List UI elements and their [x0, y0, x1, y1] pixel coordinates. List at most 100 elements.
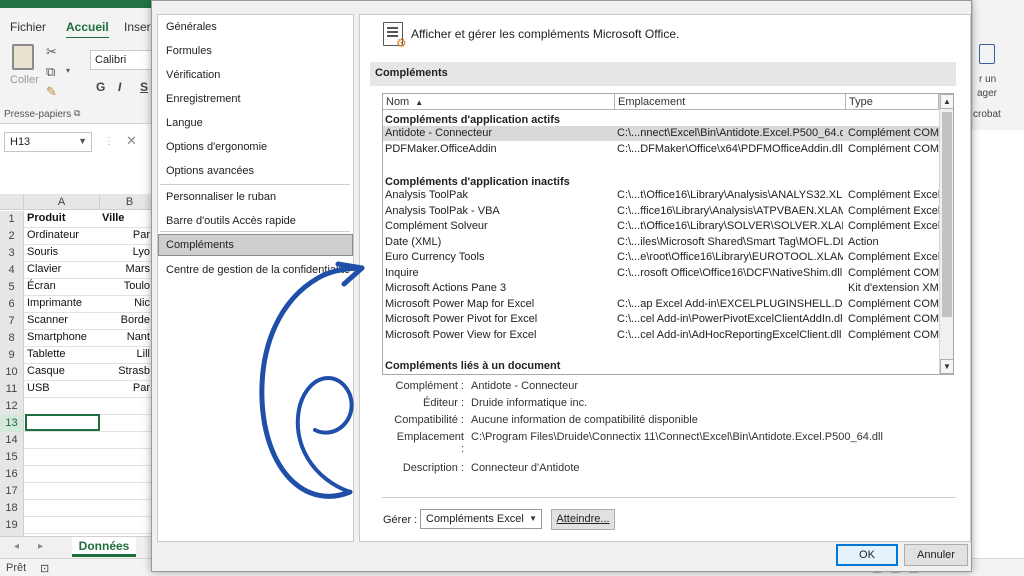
- nav-verification[interactable]: Vérification: [166, 69, 220, 81]
- cell-b[interactable]: Lill: [102, 348, 150, 360]
- chevron-down-icon[interactable]: ▾: [66, 66, 70, 75]
- row-number[interactable]: 12: [0, 398, 24, 415]
- column-header-type[interactable]: Type: [846, 94, 939, 110]
- cell-b[interactable]: Borde: [102, 314, 150, 326]
- addins-list[interactable]: Nom ▲ Emplacement Type Compléments d'app…: [382, 93, 954, 375]
- go-button[interactable]: Atteindre...: [551, 509, 615, 530]
- addin-row[interactable]: Date (XML) C:\...iles\Microsoft Shared\Sm…: [383, 235, 941, 250]
- cell-a[interactable]: Ordinateur: [27, 229, 79, 241]
- scroll-thumb[interactable]: [942, 112, 952, 317]
- addin-row[interactable]: Microsoft Power Pivot for Excel C:\...cel…: [383, 312, 941, 327]
- list-scrollbar[interactable]: ▲ ▼: [939, 94, 953, 374]
- row-number[interactable]: 13: [0, 415, 24, 432]
- scroll-up-icon[interactable]: ▲: [943, 97, 951, 106]
- row-number[interactable]: 3: [0, 245, 24, 262]
- row-number[interactable]: 19: [0, 517, 24, 534]
- row-number[interactable]: 14: [0, 432, 24, 449]
- name-box[interactable]: H13 ▼: [4, 132, 92, 152]
- nav-enregistrement[interactable]: Enregistrement: [166, 93, 241, 105]
- row-number[interactable]: 4: [0, 262, 24, 279]
- addin-row[interactable]: Euro Currency Tools C:\...e\root\Office16…: [383, 250, 941, 265]
- row-number[interactable]: 18: [0, 500, 24, 517]
- nav-options-avancees[interactable]: Options avancées: [166, 165, 254, 177]
- cut-icon[interactable]: ✂: [46, 44, 57, 60]
- nav-generales[interactable]: Générales: [166, 21, 217, 33]
- nav-centre-confidentialite[interactable]: Centre de gestion de la confidentialité: [166, 264, 350, 276]
- cell-a[interactable]: Produit: [27, 212, 66, 224]
- row-number[interactable]: 9: [0, 347, 24, 364]
- nav-ergonomie[interactable]: Options d'ergonomie: [166, 141, 267, 153]
- row-number[interactable]: 8: [0, 330, 24, 347]
- cell-b[interactable]: Ville: [102, 212, 150, 224]
- cell-b[interactable]: Lyo: [102, 246, 150, 258]
- cell-b[interactable]: Par: [102, 229, 150, 241]
- addin-row[interactable]: Microsoft Power View for Excel C:\...cel …: [383, 328, 941, 343]
- row-number[interactable]: 2: [0, 228, 24, 245]
- dialog-launcher-icon[interactable]: ⧉: [74, 108, 80, 119]
- bold-button[interactable]: G: [96, 80, 105, 94]
- scroll-down-icon[interactable]: ▼: [943, 362, 951, 371]
- paste-icon[interactable]: [12, 44, 34, 70]
- nav-complements[interactable]: Compléments: [158, 234, 353, 256]
- cell-b[interactable]: Mars: [102, 263, 150, 275]
- tab-inserer[interactable]: Inser: [124, 20, 151, 34]
- sheet-prev-icon[interactable]: ◂: [14, 541, 19, 552]
- nav-formules[interactable]: Formules: [166, 45, 212, 57]
- cancel-button[interactable]: Annuler: [904, 544, 968, 566]
- row-number[interactable]: 6: [0, 296, 24, 313]
- column-header-a[interactable]: A: [24, 194, 100, 210]
- cell-b[interactable]: Par: [102, 382, 150, 394]
- format-painter-icon[interactable]: ✎: [46, 84, 57, 100]
- cell-a[interactable]: Smartphone: [27, 331, 87, 343]
- cell-a[interactable]: USB: [27, 382, 50, 394]
- cell-b[interactable]: Nic: [102, 297, 150, 309]
- row-number[interactable]: 5: [0, 279, 24, 296]
- copy-icon[interactable]: ⧉: [46, 64, 55, 80]
- nav-langue[interactable]: Langue: [166, 117, 203, 129]
- addin-row[interactable]: Microsoft Power Map for Excel C:\...ap Ex…: [383, 297, 941, 312]
- ok-button[interactable]: OK: [836, 544, 898, 566]
- row-number[interactable]: 1: [0, 211, 24, 228]
- select-all-corner[interactable]: [0, 194, 24, 210]
- column-header-emplacement[interactable]: Emplacement: [615, 94, 846, 110]
- italic-button[interactable]: I: [118, 80, 121, 94]
- chevron-down-icon[interactable]: ▼: [529, 514, 537, 523]
- cancel-entry-icon[interactable]: ✕: [126, 133, 137, 149]
- cell-b[interactable]: Strasb: [102, 365, 150, 377]
- row-number[interactable]: 16: [0, 466, 24, 483]
- nav-barre-acces-rapide[interactable]: Barre d'outils Accès rapide: [166, 215, 296, 227]
- cell-a[interactable]: Scanner: [27, 314, 68, 326]
- row-number[interactable]: 15: [0, 449, 24, 466]
- sheet-tab-donnees[interactable]: Données: [72, 537, 136, 557]
- tab-fichier[interactable]: Fichier: [10, 20, 46, 34]
- addin-row[interactable]: Antidote - Connecteur C:\...nnect\Excel\B…: [383, 126, 941, 141]
- nav-personnaliser-ruban[interactable]: Personnaliser le ruban: [166, 191, 276, 203]
- cell-a[interactable]: Imprimante: [27, 297, 82, 309]
- tab-accueil[interactable]: Accueil: [66, 20, 109, 39]
- font-name-box[interactable]: Calibri: [90, 50, 160, 70]
- row-number[interactable]: 7: [0, 313, 24, 330]
- cell-a[interactable]: Clavier: [27, 263, 61, 275]
- cell-a[interactable]: Écran: [27, 280, 56, 292]
- addin-row[interactable]: Inquire C:\...rosoft Office\Office16\DCF\…: [383, 266, 941, 281]
- cell-a[interactable]: Souris: [27, 246, 58, 258]
- addin-row[interactable]: Complément Solveur C:\...t\Office16\Libra…: [383, 219, 941, 234]
- addin-row[interactable]: Analysis ToolPak - VBA C:\...ffice16\Libr…: [383, 204, 941, 219]
- cell-a[interactable]: Casque: [27, 365, 65, 377]
- addin-row[interactable]: Microsoft Actions Pane 3 Kit d'extension …: [383, 281, 945, 296]
- manage-select[interactable]: Compléments Excel ▼: [420, 509, 542, 529]
- addin-row[interactable]: Analysis ToolPak C:\...t\Office16\Library…: [383, 188, 941, 203]
- column-header-nom[interactable]: Nom ▲: [383, 94, 615, 110]
- underline-button[interactable]: S: [140, 80, 148, 94]
- row-number[interactable]: 11: [0, 381, 24, 398]
- cell-b[interactable]: Toulo: [102, 280, 150, 292]
- row-number[interactable]: 10: [0, 364, 24, 381]
- sheet-next-icon[interactable]: ▸: [38, 541, 43, 552]
- addin-row[interactable]: PDFMaker.OfficeAddin C:\...DFMaker\Office…: [383, 142, 941, 157]
- row-number[interactable]: 17: [0, 483, 24, 500]
- cell-a[interactable]: Tablette: [27, 348, 66, 360]
- pdf-icon[interactable]: [979, 44, 995, 64]
- chevron-down-icon[interactable]: ▼: [78, 136, 87, 146]
- cell-b[interactable]: Nant: [102, 331, 150, 343]
- accessibility-icon[interactable]: ⊡: [40, 562, 49, 575]
